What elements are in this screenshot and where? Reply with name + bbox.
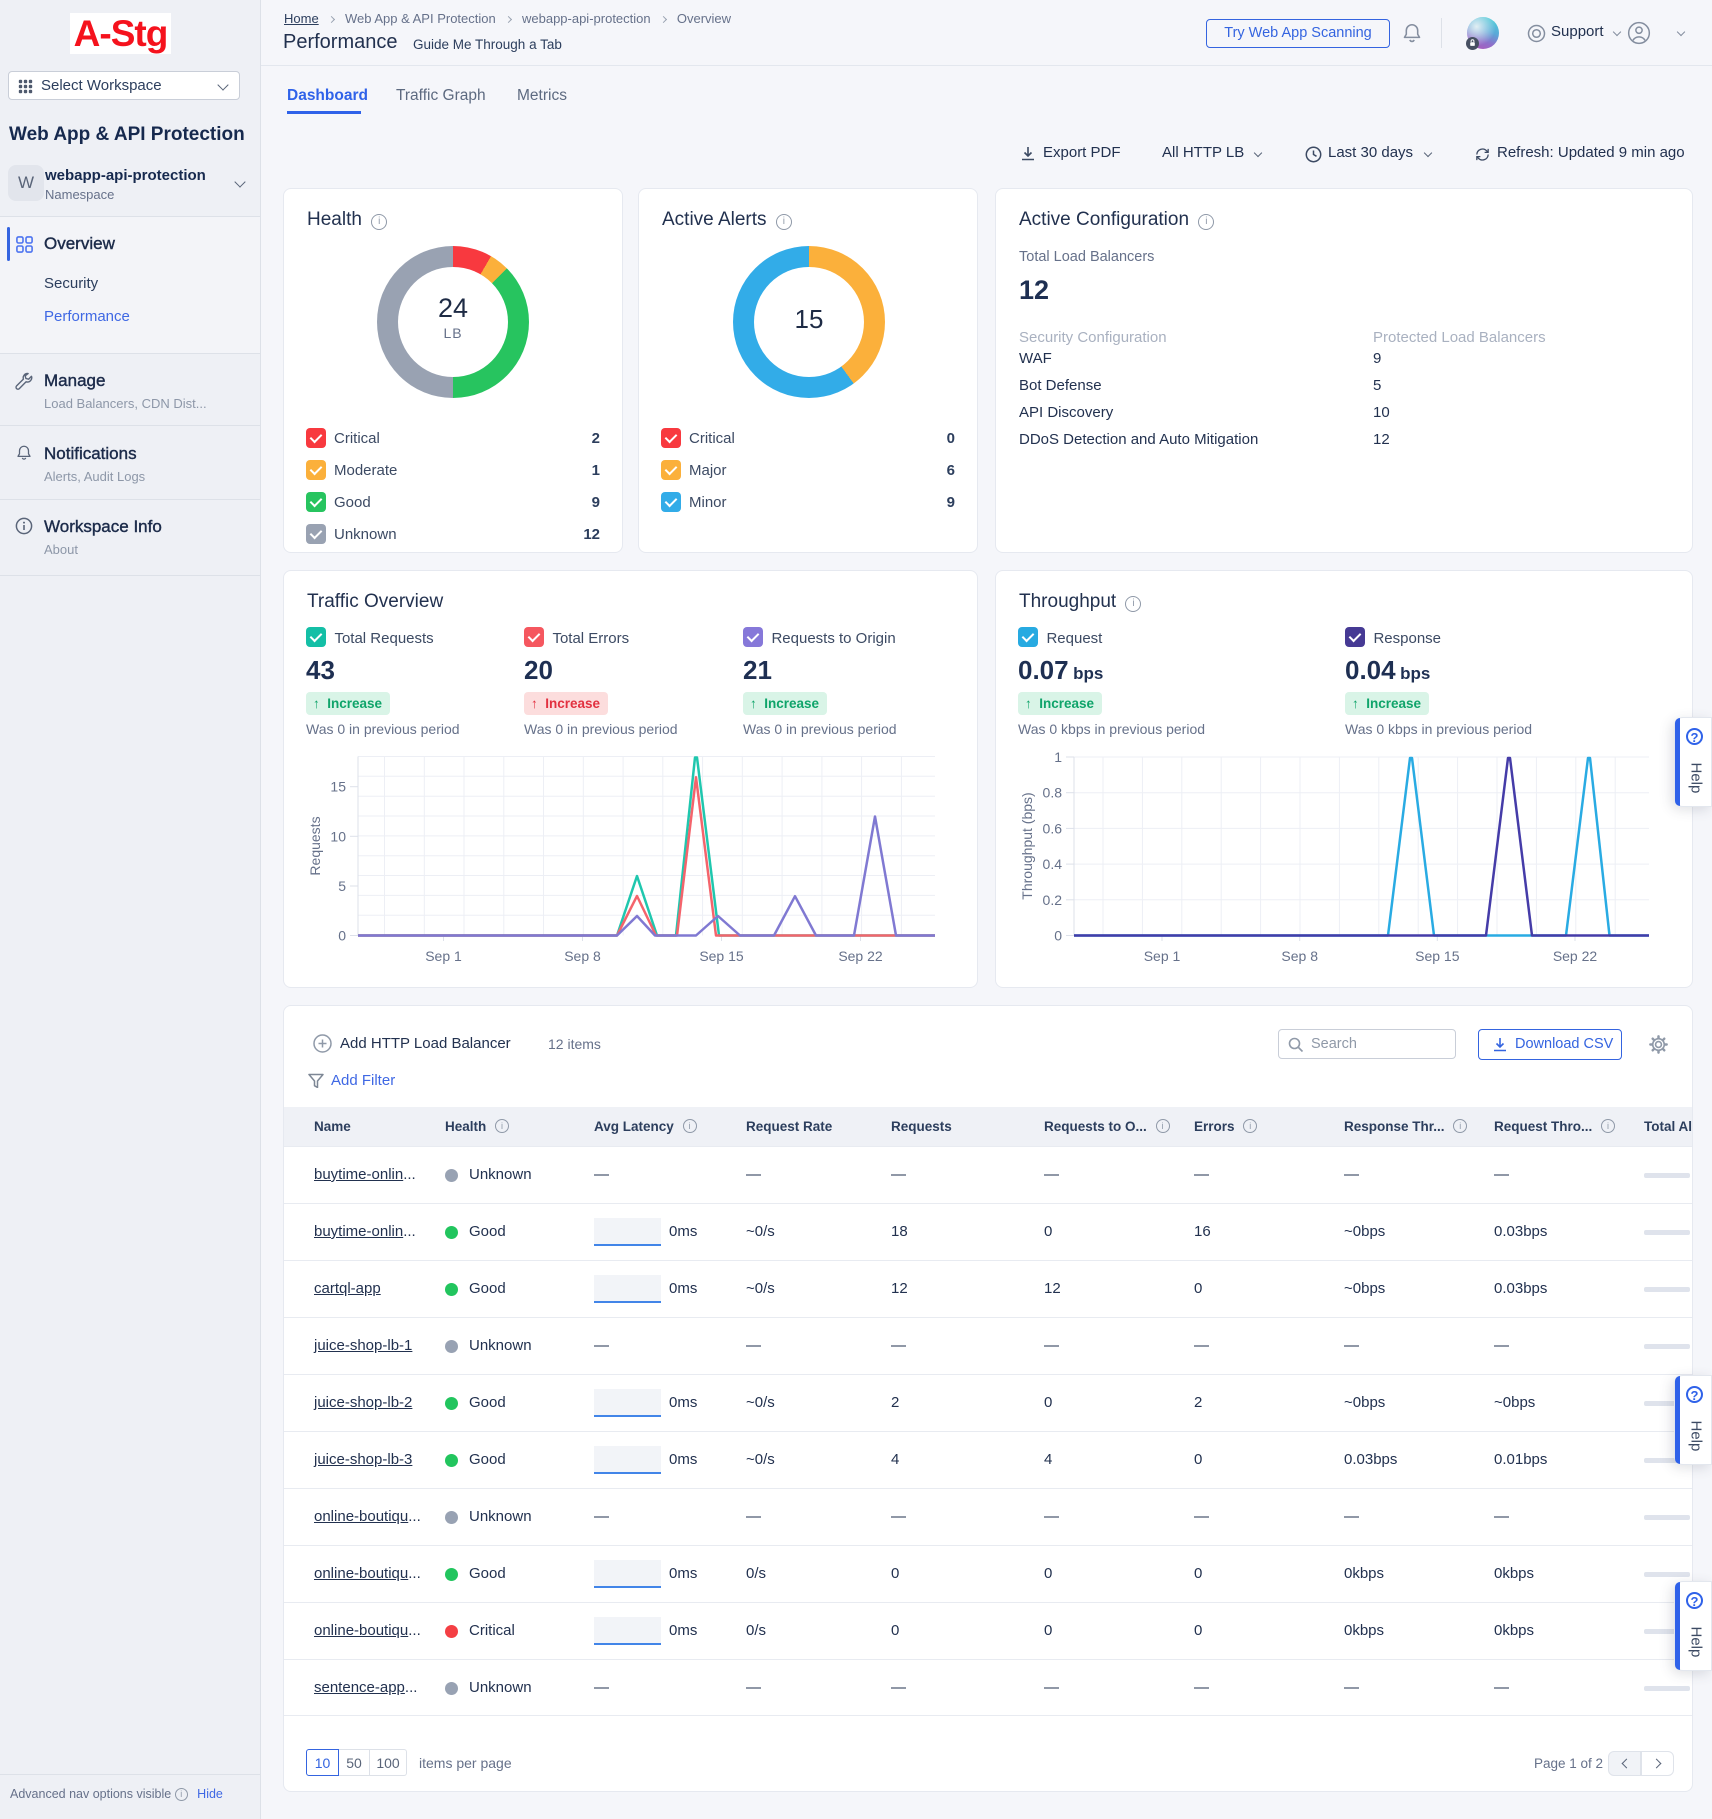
svg-text:0.2: 0.2 xyxy=(1043,892,1063,908)
svg-text:Sep 15: Sep 15 xyxy=(1415,948,1460,964)
svg-text:Throughput (bps): Throughput (bps) xyxy=(1019,792,1035,899)
svg-text:5: 5 xyxy=(338,878,346,894)
svg-text:Requests: Requests xyxy=(307,816,323,875)
svg-text:15: 15 xyxy=(330,779,346,795)
svg-text:0: 0 xyxy=(338,928,346,944)
svg-text:Sep 8: Sep 8 xyxy=(1281,948,1318,964)
svg-text:Sep 22: Sep 22 xyxy=(838,948,883,964)
svg-text:Sep 1: Sep 1 xyxy=(425,948,462,964)
svg-text:10: 10 xyxy=(330,828,346,844)
svg-text:Sep 1: Sep 1 xyxy=(1144,948,1181,964)
svg-text:Sep 8: Sep 8 xyxy=(564,948,601,964)
svg-text:1: 1 xyxy=(1054,749,1062,765)
svg-text:Sep 22: Sep 22 xyxy=(1553,948,1598,964)
svg-text:0.4: 0.4 xyxy=(1043,856,1063,872)
svg-text:0.8: 0.8 xyxy=(1043,785,1063,801)
svg-text:0: 0 xyxy=(1054,928,1062,944)
svg-text:0.6: 0.6 xyxy=(1043,820,1063,836)
svg-text:Sep 15: Sep 15 xyxy=(699,948,744,964)
